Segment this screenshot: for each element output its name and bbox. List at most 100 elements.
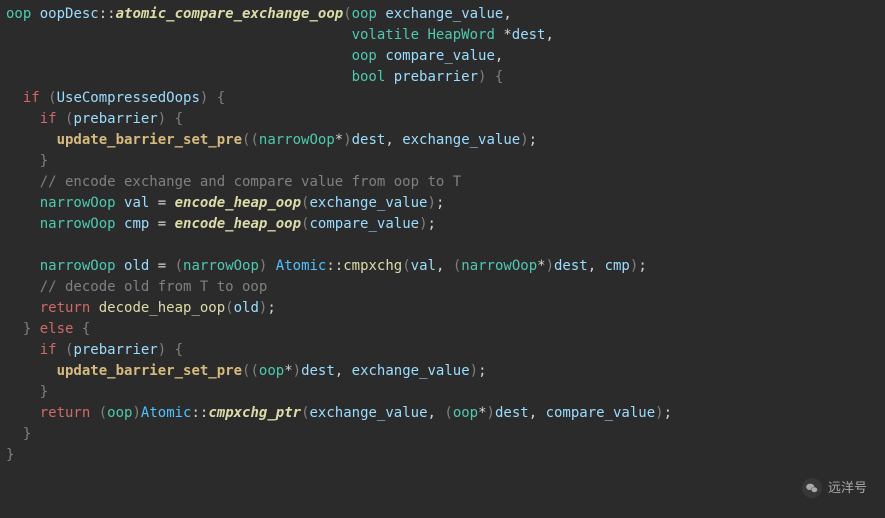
comment-decode: // decode old from T to oop — [40, 279, 268, 295]
semi: ; — [664, 405, 672, 421]
semi: ; — [267, 300, 275, 316]
id-old: old — [234, 300, 259, 316]
class-name: oopDesc — [40, 6, 99, 22]
type-narrow: narrowOop — [183, 258, 259, 274]
comma: , — [436, 258, 453, 274]
type-oop: oop — [453, 405, 478, 421]
type-oop: oop — [352, 6, 377, 22]
lparen: ( — [225, 300, 233, 316]
type-oop: oop — [6, 6, 31, 22]
rparen: ) — [158, 111, 166, 127]
scope-op: :: — [326, 258, 343, 274]
id-old: old — [124, 258, 149, 274]
kw-else: else — [40, 321, 74, 337]
id-exchange: exchange_value — [310, 405, 428, 421]
lparen: ( — [48, 90, 56, 106]
comma: , — [529, 405, 546, 421]
comma: , — [503, 6, 520, 22]
id-prebarrier: prebarrier — [73, 111, 157, 127]
id-compare: compare_value — [309, 216, 419, 232]
type-oop: oop — [107, 405, 132, 421]
rbrace: } — [40, 384, 48, 400]
id-exchange: exchange_value — [352, 363, 470, 379]
id-dest: dest — [301, 363, 335, 379]
id-atomic: Atomic — [276, 258, 327, 274]
comma: , — [428, 405, 445, 421]
fn-encode: encode_heap_oop — [175, 195, 301, 211]
type-oop: oop — [352, 48, 377, 64]
comma: , — [495, 48, 512, 64]
param-dest: dest — [512, 27, 546, 43]
type-narrow: narrowOop — [40, 195, 116, 211]
id-val: val — [124, 195, 149, 211]
id-exchange: exchange_value — [402, 132, 520, 148]
lbrace: { — [175, 111, 183, 127]
semi: ; — [436, 195, 444, 211]
rparen: ) — [259, 258, 267, 274]
rbrace: } — [23, 321, 31, 337]
star: * — [335, 132, 343, 148]
comma: , — [545, 27, 562, 43]
star: * — [284, 363, 292, 379]
type-narrow: narrowOop — [40, 216, 116, 232]
rparen: ) — [158, 342, 166, 358]
comment-encode: // encode exchange and compare value fro… — [40, 174, 461, 190]
lparen: ( — [99, 405, 107, 421]
id-atomic: Atomic — [141, 405, 192, 421]
fn-update-barrier: update_barrier_set_pre — [57, 363, 242, 379]
watermark-text: 远洋号 — [828, 478, 867, 498]
lbrace: { — [495, 69, 503, 85]
id-cmp: cmp — [124, 216, 149, 232]
rparen: ) — [478, 69, 486, 85]
semi: ; — [428, 216, 436, 232]
id-exchange: exchange_value — [309, 195, 427, 211]
fn-encode: encode_heap_oop — [175, 216, 301, 232]
lparen: ( — [250, 363, 258, 379]
param-compare: compare_value — [385, 48, 495, 64]
id-prebarrier: prebarrier — [73, 342, 157, 358]
fn-cmpxchg-ptr: cmpxchg_ptr — [208, 405, 301, 421]
semi: ; — [529, 132, 537, 148]
id-dest: dest — [352, 132, 386, 148]
lparen: ( — [175, 258, 183, 274]
code-block: oop oopDesc::atomic_compare_exchange_oop… — [0, 0, 885, 470]
rparen: ) — [470, 363, 478, 379]
eq: = — [149, 216, 174, 232]
scope-op: :: — [191, 405, 208, 421]
id-cmp: cmp — [605, 258, 630, 274]
rparen: ) — [546, 258, 554, 274]
lbrace: { — [82, 321, 90, 337]
fn-update-barrier: update_barrier_set_pre — [57, 132, 242, 148]
star: * — [478, 405, 486, 421]
kw-return: return — [40, 405, 91, 421]
fn-decode: decode_heap_oop — [99, 300, 225, 316]
rbrace: } — [23, 426, 31, 442]
lparen: ( — [453, 258, 461, 274]
eq: = — [149, 258, 174, 274]
comma: , — [335, 363, 352, 379]
comma: , — [588, 258, 605, 274]
lparen: ( — [250, 132, 258, 148]
rparen: ) — [419, 216, 427, 232]
lparen: ( — [402, 258, 410, 274]
star: * — [537, 258, 545, 274]
type-narrow: narrowOop — [461, 258, 537, 274]
kw-return: return — [40, 300, 91, 316]
fn-signature: atomic_compare_exchange_oop — [116, 6, 344, 22]
param-prebarrier: prebarrier — [394, 69, 478, 85]
rparen: ) — [293, 363, 301, 379]
rparen: ) — [655, 405, 663, 421]
id-usecompressed: UseCompressedOops — [57, 90, 200, 106]
rparen: ) — [428, 195, 436, 211]
type-narrow: narrowOop — [259, 132, 335, 148]
rparen: ) — [487, 405, 495, 421]
comma: , — [385, 132, 402, 148]
kw-if: if — [40, 111, 57, 127]
watermark-badge: 远洋号 — [802, 478, 867, 498]
lbrace: { — [175, 342, 183, 358]
id-val: val — [411, 258, 436, 274]
rparen: ) — [132, 405, 140, 421]
semi: ; — [478, 363, 486, 379]
rbrace: } — [6, 447, 14, 463]
kw-if: if — [23, 90, 40, 106]
